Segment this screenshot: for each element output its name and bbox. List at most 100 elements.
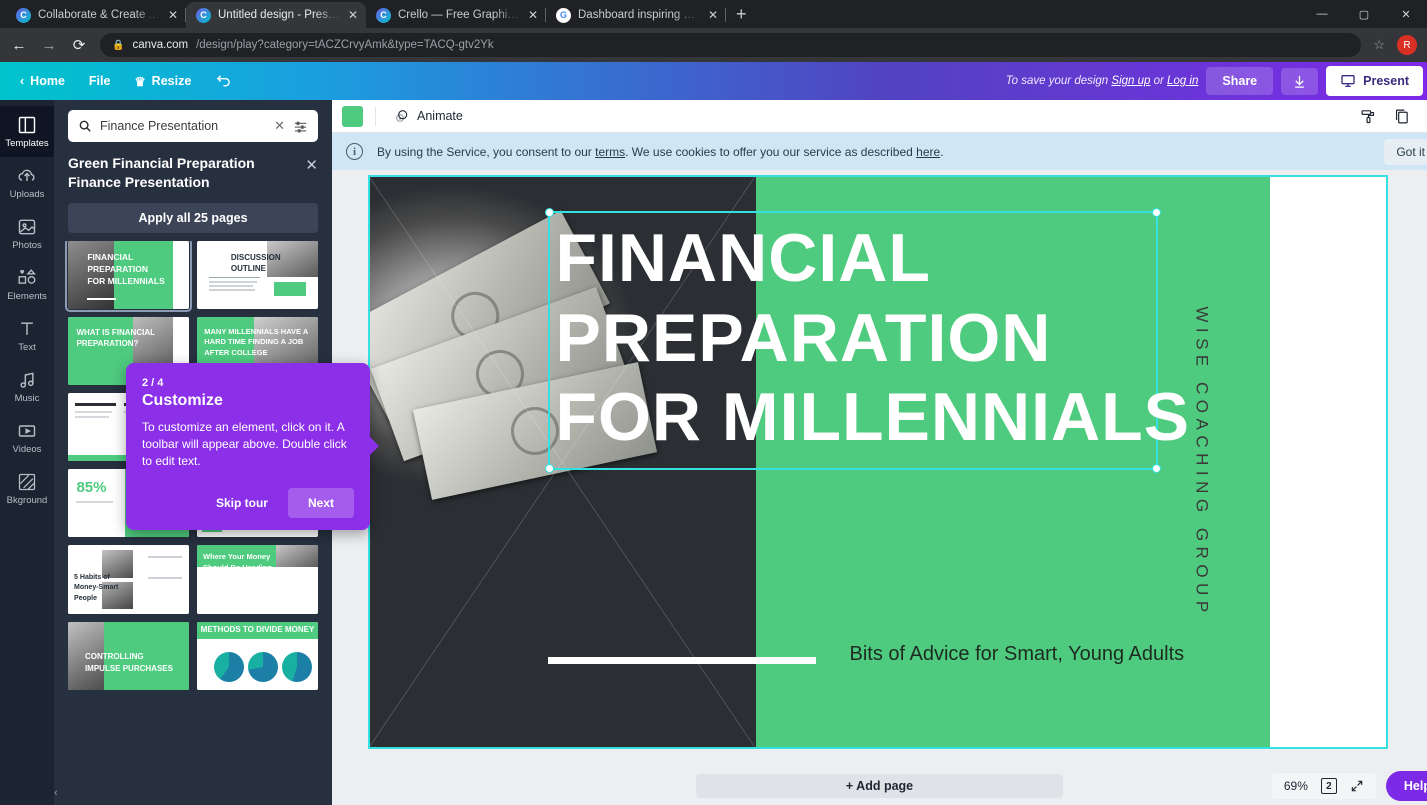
selection-handle[interactable] <box>544 208 554 217</box>
browser-tab-title: Untitled design - Presentation (1 <box>218 9 341 21</box>
template-thumbnail[interactable]: CONTROLLING IMPULSE PURCHASES <box>68 621 189 690</box>
tour-body-text: To customize an element, click on it. A … <box>142 420 347 469</box>
file-menu-button[interactable]: File <box>77 68 123 94</box>
search-box[interactable]: Finance Presentation ✕ <box>68 110 318 142</box>
animate-button[interactable]: Animate <box>388 104 469 128</box>
canvas-area[interactable]: WISE COACHING GROUP FINANCIAL PREPARATIO… <box>332 170 1427 767</box>
page-number-badge[interactable]: 2 <box>1320 778 1337 794</box>
app-body: Templates Uploads Photos Elements Text M… <box>0 100 1427 805</box>
download-button[interactable] <box>1281 67 1319 95</box>
bottom-bar: + Add page 69% 2 Help <box>332 767 1427 805</box>
maximize-button[interactable]: ▢ <box>1343 0 1385 28</box>
template-header: Green Financial Preparation Finance Pres… <box>54 150 332 191</box>
next-button[interactable]: Next <box>287 488 354 519</box>
here-link[interactable]: here <box>916 145 940 159</box>
back-arrow-icon[interactable]: ← <box>10 37 28 54</box>
tab-close-icon[interactable]: ✕ <box>708 9 718 21</box>
sidebar-item-text[interactable]: Text <box>0 310 54 361</box>
collapse-panel-icon[interactable]: ‹ <box>54 787 64 799</box>
template-thumbnail[interactable]: FINANCIAL PREPARATION FOR MILLENNIALS <box>65 241 192 313</box>
editor-area: Animate i By using the Service, you cons… <box>332 100 1427 805</box>
slide-canvas[interactable]: WISE COACHING GROUP FINANCIAL PREPARATIO… <box>367 175 1388 749</box>
canva-icon: C <box>196 7 211 23</box>
sidebar-item-videos[interactable]: Videos <box>0 412 54 463</box>
template-thumbnail[interactable]: DISCUSSION OUTLINE <box>197 241 318 310</box>
share-button[interactable]: Share <box>1206 67 1274 95</box>
divider-line <box>547 657 816 664</box>
copy-icon[interactable] <box>1386 104 1417 129</box>
login-link[interactable]: Log in <box>1167 75 1198 87</box>
signup-link[interactable]: Sign up <box>1111 75 1150 87</box>
crello-icon: C <box>376 7 391 23</box>
present-label: Present <box>1363 74 1409 88</box>
slide-subtitle[interactable]: Bits of Advice for Smart, Young Adults <box>850 643 1185 666</box>
bottom-bar-right: 69% 2 Help <box>1271 771 1427 801</box>
reload-icon[interactable]: ⟳ <box>70 36 88 54</box>
download-icon <box>1295 75 1305 88</box>
expand-arrows-icon[interactable] <box>1350 779 1364 793</box>
tab-close-icon[interactable]: ✕ <box>528 9 538 21</box>
google-icon: G <box>556 7 571 23</box>
browser-tab-2[interactable]: C Crello — Free Graphic Design So ✕ <box>366 2 546 28</box>
got-it-button[interactable]: Got it <box>1384 138 1427 165</box>
url-path: /design/play?category=tACZCrvyAmk&type=T… <box>196 39 494 51</box>
sidebar-item-label: Photos <box>12 240 42 251</box>
selection-handle[interactable] <box>1151 463 1161 473</box>
help-button[interactable]: Help <box>1385 771 1427 801</box>
sidebar-item-templates[interactable]: Templates <box>0 106 54 157</box>
page-title: Green Financial Preparation Finance Pres… <box>68 155 255 190</box>
forward-arrow-icon[interactable]: → <box>40 37 58 54</box>
sidebar-item-label: Videos <box>12 444 42 455</box>
browser-tab-3[interactable]: G Dashboard inspiring designs - Go ✕ <box>546 2 726 28</box>
sidebar-item-bkground[interactable]: Bkground <box>0 463 54 514</box>
apply-all-pages-button[interactable]: Apply all 25 pages <box>68 203 318 234</box>
resize-button[interactable]: ♛ Resize <box>122 68 203 95</box>
minimize-button[interactable]: — <box>1301 0 1343 28</box>
selection-handle[interactable] <box>1151 208 1161 217</box>
slide-white-strip: WISE COACHING GROUP <box>1193 175 1388 749</box>
avatar[interactable]: R <box>1397 35 1417 55</box>
browser-tab-1[interactable]: C Untitled design - Presentation (1 ✕ <box>186 2 366 28</box>
sidebar-item-label: Text <box>18 342 36 353</box>
address-bar-input[interactable]: 🔒 canva.com/design/play?category=tACZCrv… <box>100 33 1362 57</box>
skip-tour-button[interactable]: Skip tour <box>202 488 282 518</box>
sidebar-item-elements[interactable]: Elements <box>0 259 54 310</box>
sidebar-item-label: Templates <box>5 138 49 149</box>
resize-label: Resize <box>151 74 192 88</box>
search-input[interactable]: Finance Presentation <box>100 119 266 133</box>
context-toolbar: Animate <box>332 100 1427 133</box>
background-pattern-icon <box>18 473 36 491</box>
new-tab-button[interactable]: + <box>736 4 747 25</box>
tab-close-icon[interactable]: ✕ <box>168 9 178 21</box>
template-thumbnail[interactable]: Where Your Money Should Be Heading <box>197 545 318 614</box>
close-window-button[interactable]: ✕ <box>1385 0 1427 28</box>
terms-link[interactable]: terms <box>595 145 625 159</box>
sidebar-item-photos[interactable]: Photos <box>0 208 54 259</box>
add-page-button[interactable]: + Add page <box>695 774 1064 798</box>
bookmark-star-icon[interactable]: ☆ <box>1373 37 1385 53</box>
present-screen-icon <box>1341 75 1355 87</box>
home-button[interactable]: ‹ Home <box>8 68 77 94</box>
close-x-icon[interactable]: ✕ <box>305 154 318 174</box>
cookie-consent-bar: i By using the Service, you consent to o… <box>332 133 1427 170</box>
selection-handle[interactable] <box>544 463 554 473</box>
color-swatch-button[interactable] <box>342 105 363 127</box>
template-thumbnail[interactable]: 5 Habits of Money-Smart People <box>68 545 189 614</box>
title-line: FINANCIAL <box>555 220 931 296</box>
clear-x-icon[interactable]: ✕ <box>274 118 285 134</box>
paint-roller-icon[interactable] <box>1353 104 1384 129</box>
browser-tab-0[interactable]: C Collaborate & Create Amazing G ✕ <box>6 2 186 28</box>
browser-tab-title: Collaborate & Create Amazing G <box>38 9 161 21</box>
title-text-element[interactable]: FINANCIAL PREPARATION FOR MILLENNIALS <box>544 208 1189 473</box>
sidebar-item-music[interactable]: Music <box>0 361 54 412</box>
undo-button[interactable] <box>203 67 244 96</box>
sidebar-item-uploads[interactable]: Uploads <box>0 157 54 208</box>
save-prompt-or: or <box>1150 75 1168 87</box>
shapes-icon <box>18 269 37 284</box>
tab-close-icon[interactable]: ✕ <box>348 9 358 21</box>
canva-top-bar: ‹ Home File ♛ Resize To save your design… <box>0 62 1427 100</box>
template-thumbnail[interactable]: METHODS TO DIVIDE MONEY <box>197 621 318 690</box>
filter-sliders-icon[interactable] <box>293 119 308 134</box>
present-button[interactable]: Present <box>1326 66 1423 96</box>
zoom-level-label[interactable]: 69% <box>1284 779 1308 793</box>
